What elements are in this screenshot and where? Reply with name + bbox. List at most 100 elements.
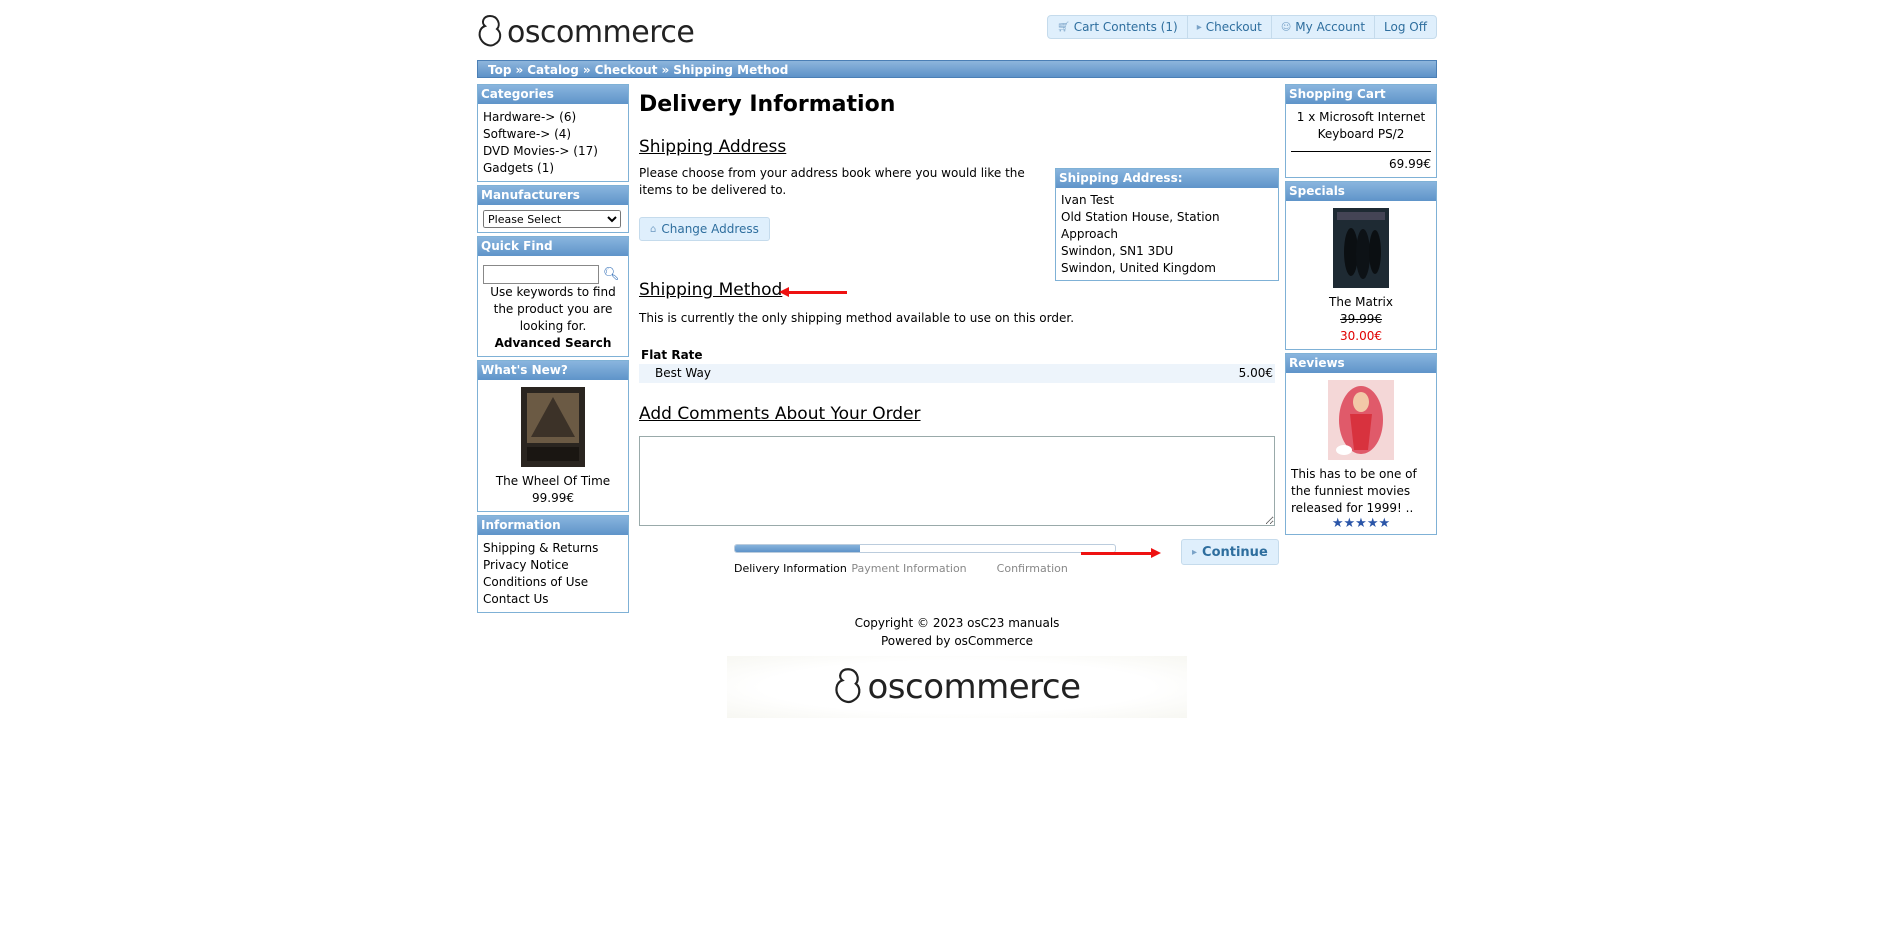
categories-box: Categories Hardware-> (6) Software-> (4)… <box>477 84 629 182</box>
category-software[interactable]: Software-> (4) <box>483 126 623 143</box>
shipping-rates-table: Flat Rate Best Way 5.00€ <box>639 346 1275 383</box>
breadcrumb-shipping-method[interactable]: Shipping Method <box>673 63 788 77</box>
manufacturers-title: Manufacturers <box>478 186 628 205</box>
person-icon: ☺ <box>1280 21 1292 33</box>
address-line: Swindon, SN1 3DU <box>1061 244 1174 258</box>
information-box: Information Shipping & Returns Privacy N… <box>477 515 629 613</box>
rate-title: Flat Rate <box>641 348 703 362</box>
home-icon: ⌂ <box>650 223 657 235</box>
specials-box: Specials The Matrix 39.99€ 30.00€ <box>1285 181 1437 350</box>
cart-contents-button[interactable]: 🛒︎ Cart Contents (1) <box>1048 16 1188 38</box>
quick-find-input[interactable] <box>483 265 599 284</box>
review-text[interactable]: This has to be one of the funniest movie… <box>1291 466 1431 517</box>
shipping-address-box: Shipping Address: Ivan Test Old Station … <box>1055 168 1279 281</box>
shopping-cart-box: Shopping Cart 1 x Microsoft Internet Key… <box>1285 84 1437 178</box>
manufacturers-select[interactable]: Please Select <box>483 210 621 228</box>
page: oscommerce 🛒︎ Cart Contents (1) ▸ Checko… <box>477 0 1437 937</box>
category-dvd-movies[interactable]: DVD Movies-> (17) <box>483 143 623 160</box>
search-icon[interactable]: 🔍︎ <box>603 266 620 283</box>
main-content: Delivery Information Shipping Address Pl… <box>639 84 1279 575</box>
checkout-button[interactable]: ▸ Checkout <box>1188 16 1272 38</box>
step-delivery: Delivery Information <box>734 562 847 575</box>
address-line: Old Station House, Station Approach <box>1061 210 1220 241</box>
continue-button[interactable]: ▸ Continue <box>1181 539 1279 565</box>
reviews-box: Reviews This has to be one of the funnie… <box>1285 353 1437 535</box>
comments-heading: Add Comments About Your Order <box>639 404 921 424</box>
whats-new-product-price: 99.99€ <box>532 491 574 505</box>
cart-icon: 🛒︎ <box>1057 21 1070 33</box>
review-product-image[interactable] <box>1328 380 1394 460</box>
specials-title: Specials <box>1286 182 1436 201</box>
footer-copyright: Copyright © 2023 osC23 manuals <box>854 616 1060 630</box>
page-title: Delivery Information <box>639 92 896 117</box>
shopping-cart-title: Shopping Cart <box>1286 85 1436 104</box>
footer-logo[interactable]: oscommerce <box>727 656 1187 718</box>
info-contact-us[interactable]: Contact Us <box>483 591 623 608</box>
address-line: Swindon, United Kingdom <box>1061 261 1216 275</box>
address-line: Ivan Test <box>1061 193 1115 207</box>
store-logo[interactable]: oscommerce <box>477 12 695 52</box>
categories-title: Categories <box>478 85 628 104</box>
information-title: Information <box>478 516 628 535</box>
review-stars-icon: ★★★★★ <box>1331 516 1391 531</box>
specials-new-price: 30.00€ <box>1340 329 1382 343</box>
category-gadgets[interactable]: Gadgets (1) <box>483 160 623 177</box>
footer: Copyright © 2023 osC23 manuals Powered b… <box>477 614 1437 650</box>
shipping-address-box-title: Shipping Address: <box>1056 169 1278 188</box>
shipping-address-text: Please choose from your address book whe… <box>639 166 1025 197</box>
quick-find-title: Quick Find <box>478 237 628 256</box>
header-nav: 🛒︎ Cart Contents (1) ▸ Checkout ☺ My Acc… <box>1047 15 1437 39</box>
footer-powered: Powered by osCommerce <box>880 634 1034 648</box>
my-account-button[interactable]: ☺ My Account <box>1272 16 1376 38</box>
specials-old-price: 39.99€ <box>1340 312 1382 326</box>
whats-new-box: What's New? The Wheel Of Time 99.99€ <box>477 360 629 512</box>
specials-product-image[interactable] <box>1333 208 1389 288</box>
breadcrumb-top[interactable]: Top <box>488 63 511 77</box>
breadcrumb-catalog[interactable]: Catalog <box>527 63 579 77</box>
cart-item[interactable]: 1 x Microsoft Internet Keyboard PS/2 <box>1291 109 1431 143</box>
reviews-title: Reviews <box>1286 354 1436 373</box>
rate-option-price: 5.00€ <box>1238 366 1273 380</box>
right-column: Shopping Cart 1 x Microsoft Internet Key… <box>1285 84 1437 538</box>
whats-new-title: What's New? <box>478 361 628 380</box>
logo-text: oscommerce <box>507 14 695 50</box>
rate-option-row[interactable]: Best Way 5.00€ <box>639 364 1275 383</box>
left-column: Categories Hardware-> (6) Software-> (4)… <box>477 84 629 616</box>
footer-logo-text: oscommerce <box>867 667 1081 707</box>
manufacturers-box: Manufacturers Please Select <box>477 185 629 233</box>
checkout-progress-fill <box>735 545 861 552</box>
info-privacy-notice[interactable]: Privacy Notice <box>483 557 623 574</box>
oscommerce-logo-icon <box>835 668 861 704</box>
advanced-search-link[interactable]: Advanced Search <box>483 335 623 352</box>
checkout-steps: Delivery Information Payment Information… <box>734 562 1114 575</box>
oscommerce-logo-icon <box>478 14 502 47</box>
info-shipping-returns[interactable]: Shipping & Returns <box>483 540 623 557</box>
rate-option-name: Best Way <box>655 366 711 380</box>
quick-find-help: Use keywords to find the product you are… <box>490 285 616 333</box>
shipping-address-heading: Shipping Address <box>639 137 787 157</box>
cart-total: 69.99€ <box>1389 157 1431 171</box>
cart-contents-label: Cart Contents (1) <box>1073 20 1178 34</box>
checkout-label: Checkout <box>1205 20 1262 34</box>
triangle-right-icon: ▸ <box>1196 21 1202 33</box>
specials-product-name[interactable]: The Matrix <box>1291 294 1431 311</box>
annotation-arrow-icon <box>1081 548 1161 558</box>
log-off-button[interactable]: Log Off <box>1375 16 1436 38</box>
breadcrumb: Top» Catalog» Checkout» Shipping Method <box>477 60 1437 78</box>
whats-new-product-name[interactable]: The Wheel Of Time <box>483 473 623 490</box>
shipping-method-text: This is currently the only shipping meth… <box>639 311 1075 325</box>
triangle-right-icon: ▸ <box>1192 546 1198 558</box>
change-address-button[interactable]: ⌂ Change Address <box>639 217 770 241</box>
info-conditions-of-use[interactable]: Conditions of Use <box>483 574 623 591</box>
quick-find-box: Quick Find 🔍︎ Use keywords to find the p… <box>477 236 629 357</box>
annotation-arrow-icon <box>779 287 847 297</box>
breadcrumb-checkout[interactable]: Checkout <box>595 63 658 77</box>
comments-textarea[interactable] <box>639 436 1275 526</box>
log-off-label: Log Off <box>1384 20 1427 34</box>
shipping-method-heading: Shipping Method <box>639 280 783 300</box>
step-confirmation: Confirmation <box>996 562 1068 575</box>
category-hardware[interactable]: Hardware-> (6) <box>483 109 623 126</box>
checkout-progress-bar <box>734 544 1116 553</box>
whats-new-product-image[interactable] <box>521 387 585 467</box>
my-account-label: My Account <box>1295 20 1366 34</box>
